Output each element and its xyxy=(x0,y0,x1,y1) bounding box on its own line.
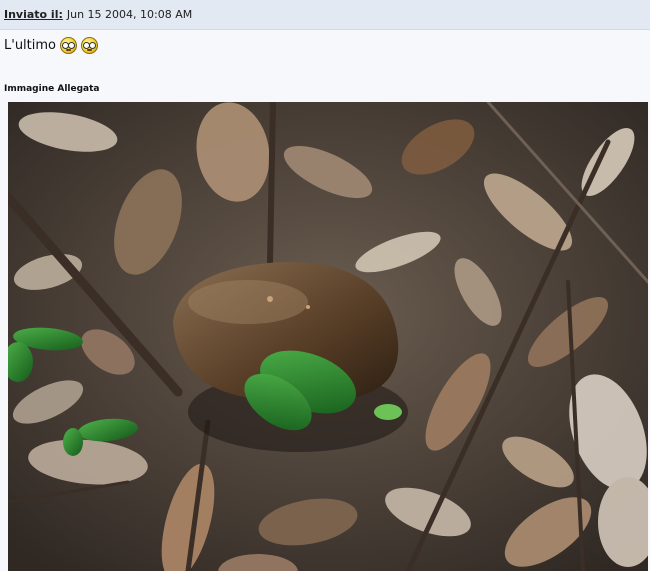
post-header: Inviato il: Jun 15 2004, 10:08 AM xyxy=(0,0,650,30)
smiley-icon xyxy=(60,37,77,54)
post-message: L'ultimo xyxy=(4,37,98,54)
attachment-heading: Immagine Allegata xyxy=(4,84,100,94)
message-text: L'ultimo xyxy=(4,38,56,53)
posted-label: Inviato il: xyxy=(4,8,63,21)
attached-image[interactable] xyxy=(8,102,648,571)
mushroom-photo xyxy=(8,102,648,571)
post-body: L'ultimo Immagine Allegata xyxy=(0,30,650,102)
posted-date: Jun 15 2004, 10:08 AM xyxy=(66,8,193,21)
smiley-icon xyxy=(81,37,98,54)
